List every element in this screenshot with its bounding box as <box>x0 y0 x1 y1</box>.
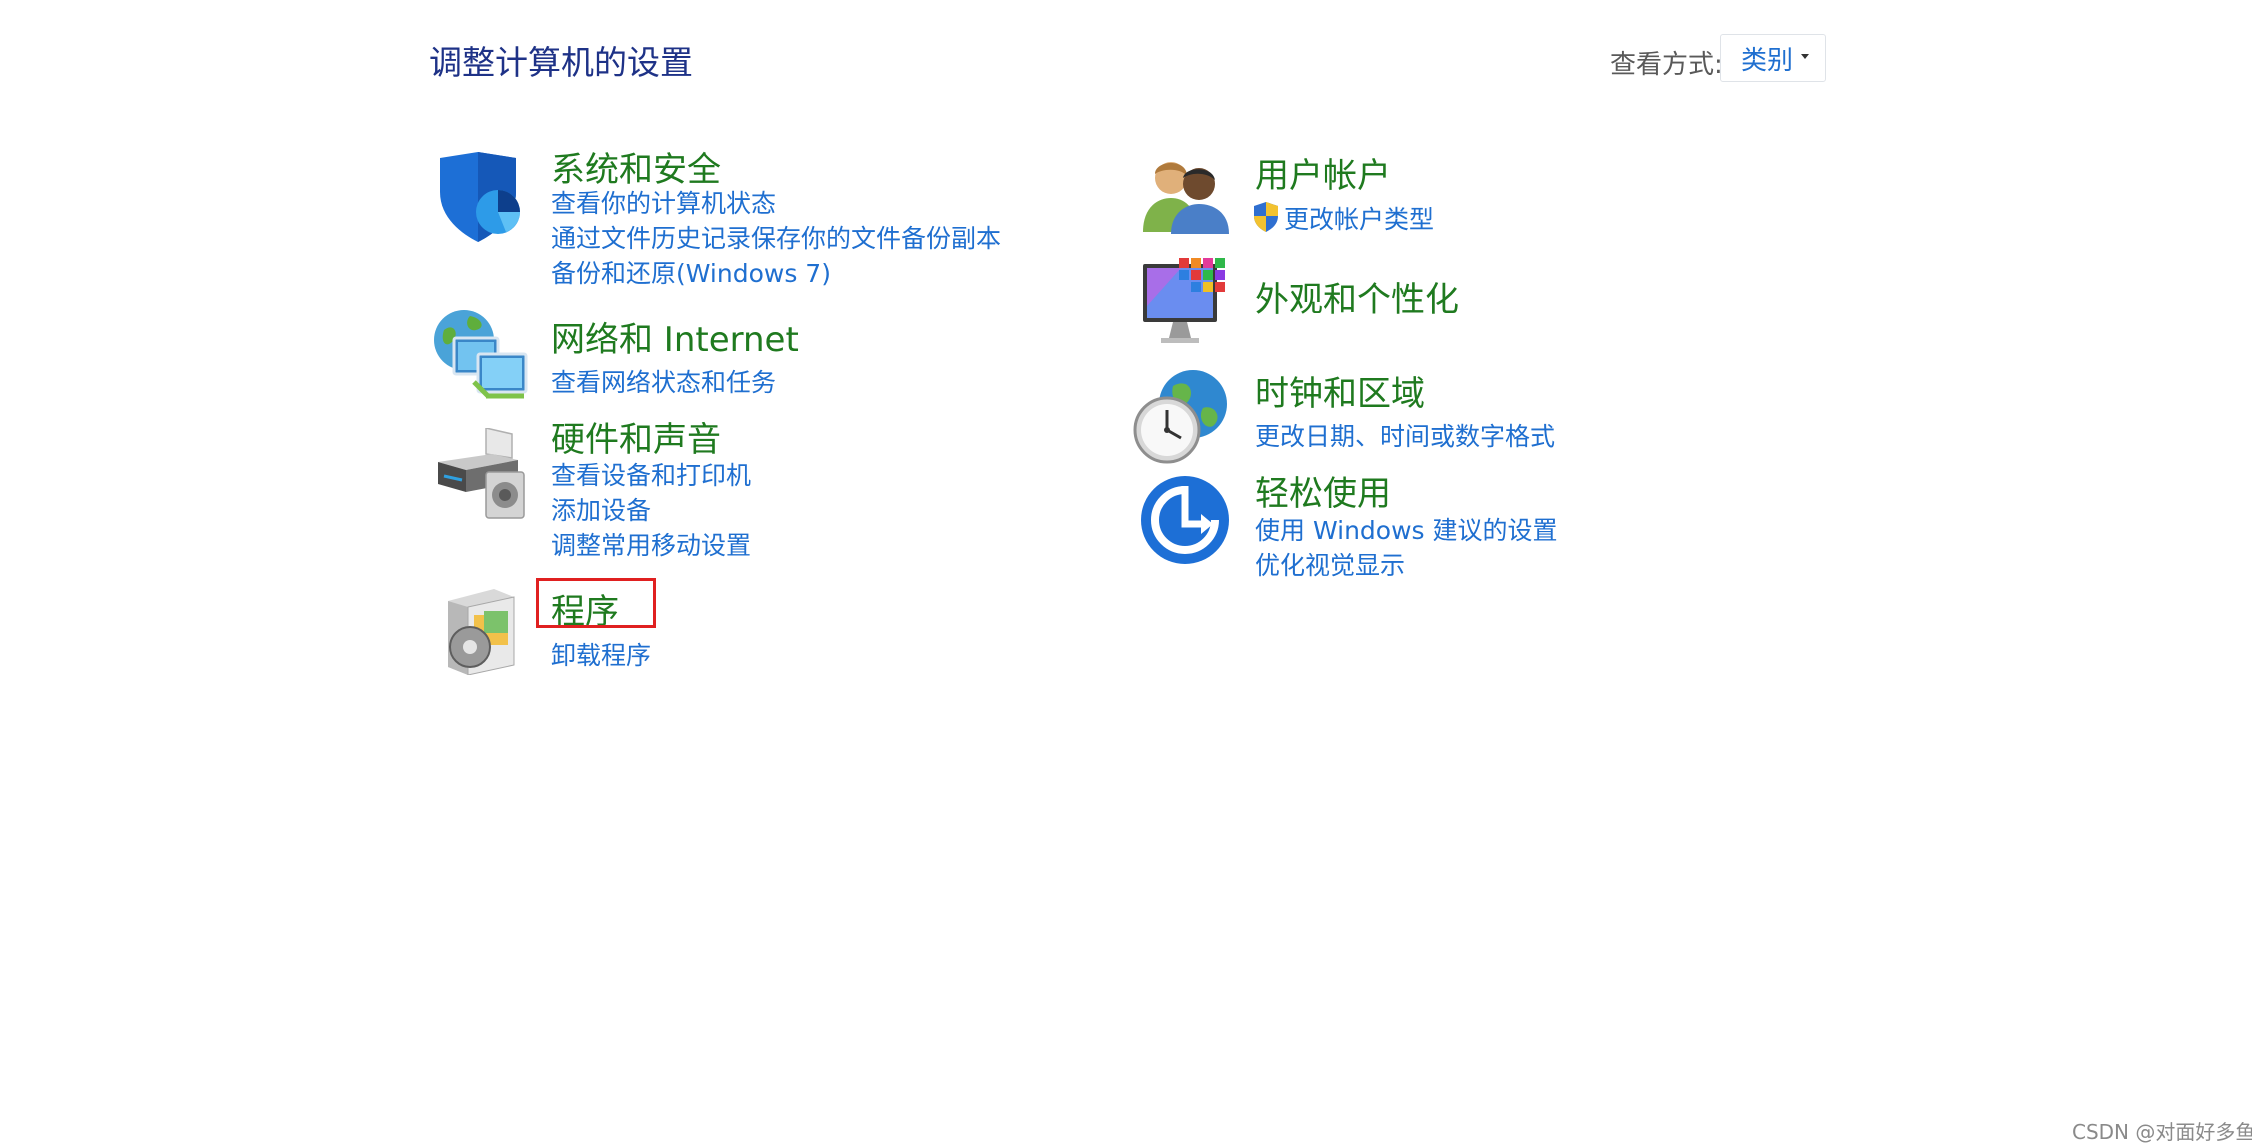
view-by-dropdown[interactable]: 类别 <box>1720 34 1826 82</box>
link-optimize-visual-display[interactable]: 优化视觉显示 <box>1255 546 1405 582</box>
link-add-device[interactable]: 添加设备 <box>551 491 651 527</box>
link-change-account-type[interactable]: 更改帐户类型 <box>1252 200 1434 236</box>
monitor-tiles-icon[interactable] <box>1141 258 1233 350</box>
link-network-status-tasks[interactable]: 查看网络状态和任务 <box>551 363 776 399</box>
link-change-account-type-label: 更改帐户类型 <box>1284 205 1435 234</box>
category-hardware-sound[interactable]: 硬件和声音 <box>551 412 721 461</box>
printer-icon[interactable] <box>432 428 528 520</box>
page-title: 调整计算机的设置 <box>429 43 693 82</box>
category-appearance-personalization[interactable]: 外观和个性化 <box>1255 272 1459 321</box>
ease-of-access-icon[interactable] <box>1141 476 1229 564</box>
highlight-box <box>536 578 656 628</box>
link-view-computer-status[interactable]: 查看你的计算机状态 <box>551 184 776 220</box>
link-file-history-backup[interactable]: 通过文件历史记录保存你的文件备份副本 <box>551 219 1001 255</box>
programs-disc-icon[interactable] <box>444 585 518 675</box>
category-clock-region[interactable]: 时钟和区域 <box>1255 366 1425 415</box>
link-date-time-format[interactable]: 更改日期、时间或数字格式 <box>1255 417 1555 453</box>
link-uninstall-program[interactable]: 卸载程序 <box>551 636 651 672</box>
category-user-accounts[interactable]: 用户帐户 <box>1255 148 1391 197</box>
shield-icon[interactable] <box>432 152 524 244</box>
category-ease-of-access[interactable]: 轻松使用 <box>1255 466 1391 515</box>
link-devices-printers[interactable]: 查看设备和打印机 <box>551 456 751 492</box>
watermark: CSDN @对面好多鱼 <box>2072 1120 2252 1144</box>
network-globe-icon[interactable] <box>430 308 530 404</box>
view-by-value: 类别 <box>1741 45 1794 76</box>
view-by-label: 查看方式: <box>1610 50 1723 80</box>
link-windows-recommended-settings[interactable]: 使用 Windows 建议的设置 <box>1255 511 1558 547</box>
category-network-internet[interactable]: 网络和 Internet <box>551 312 799 361</box>
link-backup-restore[interactable]: 备份和还原(Windows 7) <box>551 254 831 290</box>
clock-globe-icon[interactable] <box>1133 368 1233 464</box>
link-mobility-settings[interactable]: 调整常用移动设置 <box>551 526 751 562</box>
users-icon[interactable] <box>1141 154 1231 234</box>
uac-shield-icon <box>1254 202 1278 232</box>
chevron-down-icon <box>1801 53 1810 59</box>
